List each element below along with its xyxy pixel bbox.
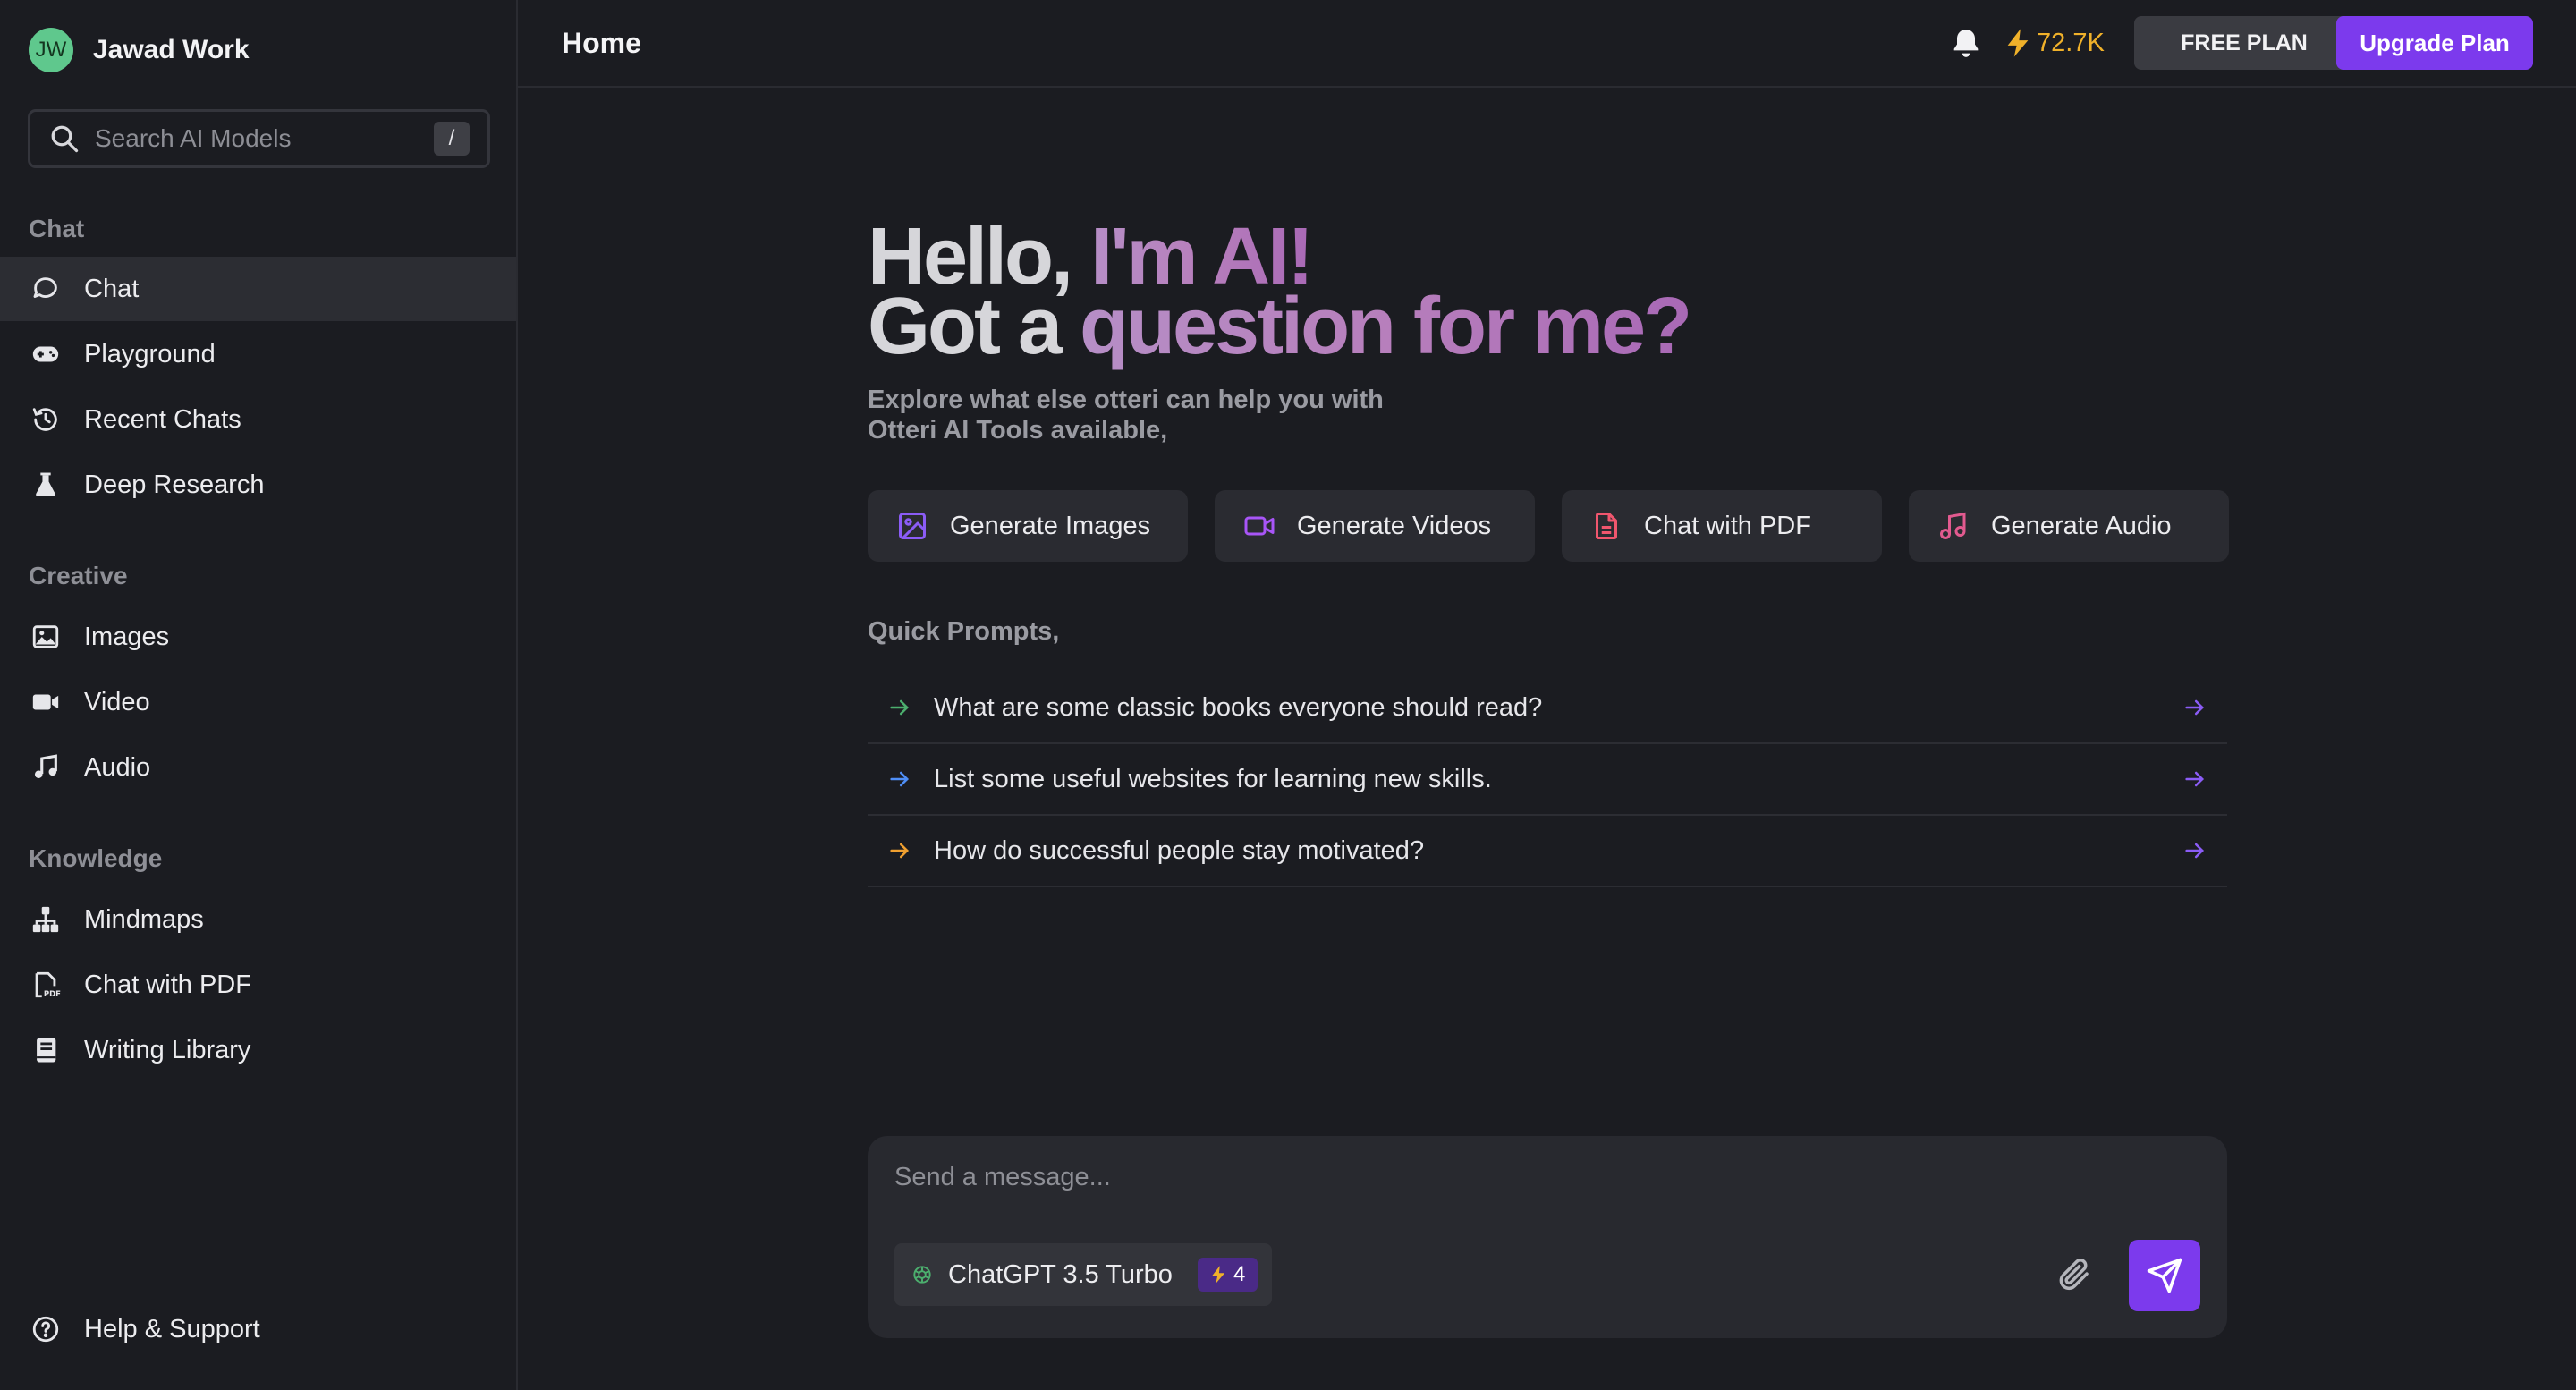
sidebar-item-audio[interactable]: Audio <box>0 735 516 800</box>
top-bar: Home 72.7K FREE PLAN Upgrade Plan <box>518 0 2576 88</box>
tool-label: Generate Images <box>950 511 1151 540</box>
sidebar-item-label: Video <box>84 687 150 716</box>
lightning-icon <box>2007 29 2029 57</box>
gamepad-icon <box>32 346 59 362</box>
credits-value: 72.7K <box>2037 28 2105 57</box>
book-icon <box>37 1038 56 1063</box>
upgrade-plan-button[interactable]: Upgrade Plan <box>2336 16 2533 70</box>
sidebar-item-recent-chats[interactable]: Recent Chats <box>0 387 516 452</box>
sidebar: JW Jawad Work / Chat Chat Playground Rec… <box>0 0 518 1390</box>
video-camera-icon <box>32 694 59 710</box>
sidebar-item-chat-with-pdf[interactable]: PDF Chat with PDF <box>0 953 516 1017</box>
document-icon <box>1596 513 1617 539</box>
paperclip-icon[interactable] <box>2055 1256 2093 1293</box>
free-plan-button[interactable]: FREE PLAN <box>2134 16 2354 70</box>
sidebar-item-chat[interactable]: Chat <box>0 257 516 321</box>
model-cost-value: 4 <box>1233 1262 1246 1286</box>
image-icon <box>899 513 926 539</box>
sidebar-item-label: Help & Support <box>84 1314 260 1343</box>
arrow-right-icon <box>890 771 909 787</box>
sidebar-item-label: Mindmaps <box>84 904 204 934</box>
image-icon <box>32 625 59 648</box>
section-title-creative: Creative <box>29 562 128 589</box>
sidebar-item-label: Chat with PDF <box>84 970 251 999</box>
sidebar-item-images[interactable]: Images <box>0 605 516 669</box>
workspace-name: Jawad Work <box>93 35 250 64</box>
quick-prompt-item[interactable]: What are some classic books everyone sho… <box>868 673 2227 744</box>
model-cost-badge: 4 <box>1197 1258 1258 1292</box>
openai-logo-icon <box>913 1266 931 1284</box>
sidebar-item-playground[interactable]: Playground <box>0 322 516 386</box>
help-circle-icon <box>32 1316 59 1343</box>
sidebar-item-writing-library[interactable]: Writing Library <box>0 1018 516 1082</box>
tool-label: Generate Audio <box>1991 511 2172 540</box>
quick-prompt-text: What are some classic books everyone sho… <box>934 692 1543 722</box>
hero-heading-line-2: Got a question for me? <box>868 286 1692 367</box>
svg-text:PDF: PDF <box>44 990 61 999</box>
flask-icon <box>36 472 55 497</box>
credits-counter[interactable]: 72.7K <box>2004 25 2105 61</box>
sidebar-item-mindmaps[interactable]: Mindmaps <box>0 887 516 952</box>
sidebar-item-label: Writing Library <box>84 1035 251 1064</box>
quick-prompt-item[interactable]: How do successful people stay motivated? <box>868 816 2227 887</box>
hero-subtitle-tools: Otteri AI Tools available, <box>868 416 1168 445</box>
sidebar-item-deep-research[interactable]: Deep Research <box>0 453 516 517</box>
sidebar-item-label: Recent Chats <box>84 404 242 434</box>
pdf-file-icon: PDF <box>35 971 61 999</box>
lightning-icon <box>1211 1266 1225 1284</box>
search-icon <box>51 125 79 153</box>
hero-question-accent: question for me? <box>1080 282 1692 371</box>
workspace-switcher[interactable]: JW Jawad Work <box>29 25 250 75</box>
tool-generate-audio[interactable]: Generate Audio <box>1909 490 2229 562</box>
sidebar-item-label: Chat <box>84 274 140 303</box>
quick-prompt-text: How do successful people stay motivated? <box>934 835 1425 865</box>
sitemap-icon <box>32 906 59 933</box>
tool-label: Generate Videos <box>1297 511 1492 540</box>
video-camera-icon <box>1244 516 1275 536</box>
search-input[interactable] <box>95 124 434 153</box>
search-box[interactable]: / <box>28 109 490 168</box>
music-note-icon <box>34 754 57 779</box>
arrow-right-icon <box>890 699 909 716</box>
hero-question: Got a <box>868 282 1063 371</box>
sidebar-item-label: Audio <box>84 752 151 782</box>
send-button[interactable] <box>2129 1240 2200 1311</box>
arrow-right-icon <box>890 843 909 859</box>
history-icon <box>32 408 57 431</box>
arrow-right-icon <box>2185 843 2204 859</box>
section-title-knowledge: Knowledge <box>29 844 163 872</box>
sidebar-item-label: Deep Research <box>84 470 265 499</box>
tool-chat-with-pdf[interactable]: Chat with PDF <box>1562 490 1882 562</box>
tool-label: Chat with PDF <box>1644 511 1811 540</box>
sidebar-item-label: Playground <box>84 339 216 369</box>
arrow-right-icon <box>2185 699 2204 716</box>
quick-prompt-item[interactable]: List some useful websites for learning n… <box>868 744 2227 816</box>
page-title: Home <box>562 27 641 59</box>
hero-subtitle: Explore what else otteri can help you wi… <box>868 386 1384 414</box>
bell-icon[interactable] <box>1948 25 1984 61</box>
sidebar-item-video[interactable]: Video <box>0 670 516 734</box>
message-input[interactable] <box>894 1163 2147 1208</box>
quick-prompts-title: Quick Prompts, <box>868 617 1060 646</box>
sidebar-item-help-support[interactable]: Help & Support <box>0 1297 516 1361</box>
send-icon <box>2147 1258 2182 1293</box>
tool-generate-images[interactable]: Generate Images <box>868 490 1188 562</box>
search-shortcut-badge: / <box>434 122 470 156</box>
model-selector[interactable]: ChatGPT 3.5 Turbo 4 <box>894 1243 1273 1306</box>
message-composer: ChatGPT 3.5 Turbo 4 <box>868 1136 2227 1338</box>
avatar: JW <box>29 28 73 72</box>
section-title-chat: Chat <box>29 215 85 242</box>
sidebar-item-label: Images <box>84 622 170 651</box>
arrow-right-icon <box>2185 771 2204 787</box>
music-note-icon <box>1940 512 1966 539</box>
model-name: ChatGPT 3.5 Turbo <box>948 1259 1173 1289</box>
tool-generate-videos[interactable]: Generate Videos <box>1215 490 1535 562</box>
chat-bubble-icon <box>33 277 57 298</box>
quick-prompt-text: List some useful websites for learning n… <box>934 764 1492 793</box>
